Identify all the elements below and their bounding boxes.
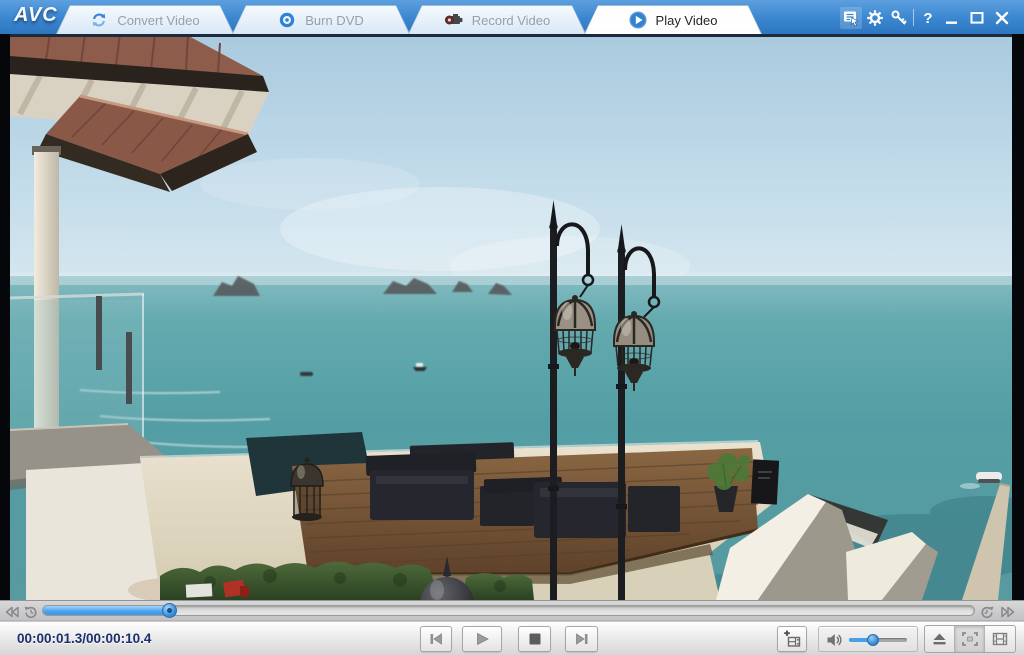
eject-button[interactable] [925,626,955,652]
skip-back-button[interactable] [3,603,20,620]
forward-seconds-button[interactable] [979,603,996,620]
disc-icon [278,11,296,29]
volume-slider[interactable] [849,638,907,642]
play-circle-icon [629,11,647,29]
seek-slider[interactable] [42,605,975,616]
tab-label: Record Video [472,13,551,28]
register-button[interactable] [888,7,910,29]
tab-record-video[interactable]: Record Video [408,5,586,34]
player-control-bar: 00:00:01.3/00:00:10.4 [0,621,1024,655]
app-logo: AVC [14,4,58,27]
playlist-panel-button[interactable] [840,7,862,29]
tab-play-video[interactable]: Play Video [584,5,762,34]
speaker-icon [826,632,843,648]
play-button[interactable] [462,626,502,652]
video-display-area [0,34,1024,600]
stop-icon [528,632,542,646]
film-frame-button[interactable] [985,626,1015,652]
replay-clock-icon [22,603,39,620]
settings-button[interactable] [864,7,886,29]
close-icon [993,9,1011,27]
film-frame-icon [991,631,1009,647]
seek-thumb[interactable] [162,603,177,618]
time-display: 00:00:01.3/00:00:10.4 [17,622,151,655]
next-button[interactable] [565,626,598,652]
stop-button[interactable] [518,626,551,652]
forward-clock-icon [979,603,996,620]
skip-back-icon [4,604,20,620]
minimize-button[interactable] [941,7,963,29]
maximize-icon [968,9,986,27]
view-button-group [924,625,1016,653]
seek-progress-fill [43,606,169,615]
tab-label: Convert Video [117,13,199,28]
volume-thumb[interactable] [867,634,879,646]
tab-label: Burn DVD [305,13,364,28]
previous-button[interactable] [420,626,452,652]
tab-label: Play Video [656,13,718,28]
replay-seconds-button[interactable] [22,603,39,620]
minimize-icon [943,9,961,27]
tab-convert-video[interactable]: Convert Video [56,5,234,34]
eject-icon [931,631,948,647]
fast-forward-button[interactable] [999,603,1016,620]
previous-icon [428,632,444,646]
video-canvas[interactable] [10,34,1012,600]
camcorder-icon [444,11,463,29]
seek-bar-row [0,600,1024,621]
application-window: AVC Convert Video Burn D [0,0,1024,655]
fast-forward-icon [1000,604,1016,620]
tab-burn-dvd[interactable]: Burn DVD [232,5,410,34]
playlist-panel-icon [842,9,860,27]
sync-arrows-icon [90,11,108,29]
play-icon [474,632,490,646]
video-scene [10,34,1012,600]
maximize-button[interactable] [966,7,988,29]
help-icon: ? [923,10,932,27]
scene-top-edge [10,34,1012,37]
titlebar-divider [913,9,914,26]
key-icon [890,9,908,27]
next-icon [574,632,590,646]
volume-panel [818,626,918,652]
gear-icon [866,9,884,27]
fullscreen-button[interactable] [955,626,985,652]
fullscreen-icon [961,631,979,647]
close-button[interactable] [991,7,1013,29]
film-plus-icon [782,629,802,649]
add-to-convert-button[interactable] [777,626,807,652]
titlebar: AVC Convert Video Burn D [0,0,1024,34]
help-button[interactable]: ? [917,7,939,29]
